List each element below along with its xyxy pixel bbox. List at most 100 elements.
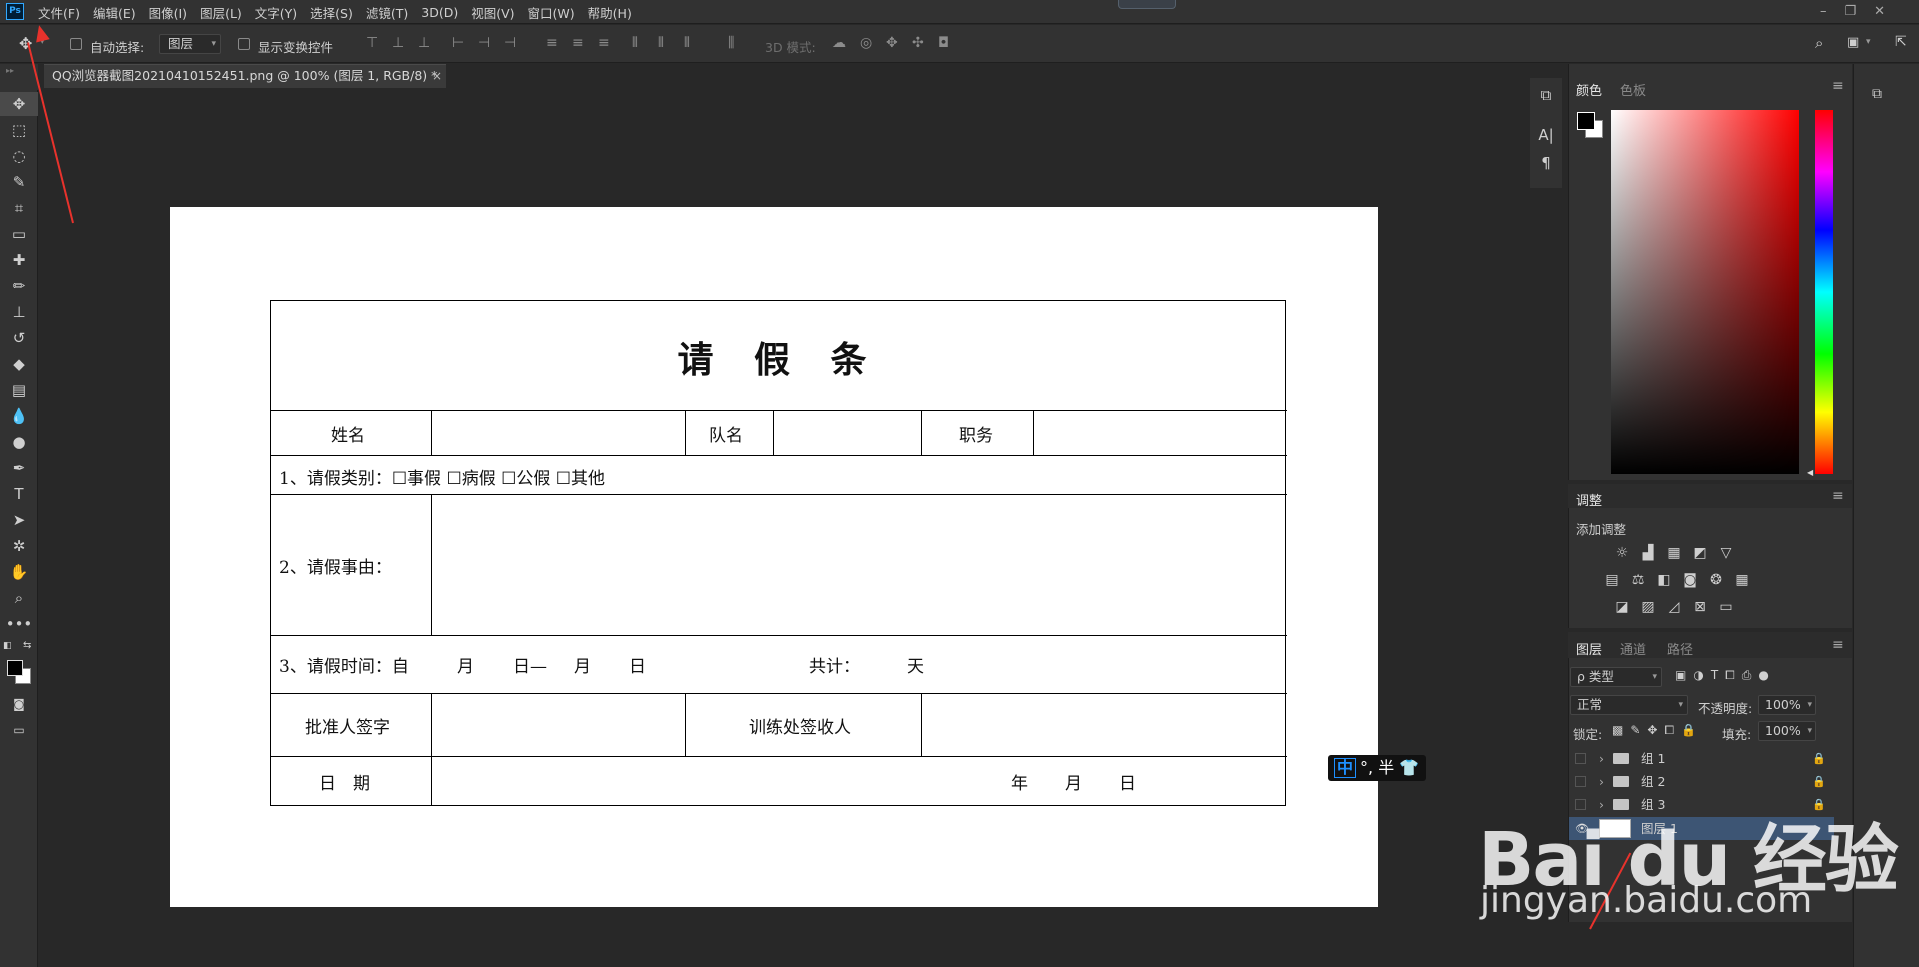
chevron-right-icon[interactable]: › (1599, 770, 1604, 793)
share-icon[interactable]: ⇱ (1895, 34, 1907, 50)
color-lookup-icon[interactable]: ▦ (1732, 572, 1752, 588)
minimize-button[interactable]: – (1820, 4, 1827, 19)
foreground-color-swatch[interactable] (7, 660, 23, 676)
lasso-tool-icon[interactable]: ◌ (0, 144, 38, 168)
exposure-icon[interactable]: ◩ (1690, 545, 1710, 561)
menu-image[interactable]: 图像(I) (149, 3, 187, 22)
tab-channels[interactable]: 通道 (1620, 639, 1646, 658)
blur-tool-icon[interactable]: 💧 (0, 404, 38, 428)
libraries-panel-icon[interactable]: ⧉ (1872, 86, 1882, 102)
posterize-icon[interactable]: ▨ (1638, 599, 1658, 615)
panel-foreground-color[interactable] (1577, 112, 1595, 130)
paragraph-panel-icon[interactable]: ¶ (1530, 154, 1562, 172)
ime-toolbar[interactable]: 中 °, 半 👕 (1328, 755, 1426, 781)
restore-button[interactable]: ❐ (1845, 4, 1857, 19)
filter-shape-icon[interactable]: ⧠ (1725, 668, 1735, 683)
search-icon[interactable]: ⌕ (1815, 34, 1823, 52)
crop-tool-icon[interactable]: ⌗ (0, 196, 38, 220)
black-white-icon[interactable]: ◧ (1654, 572, 1674, 588)
menu-help[interactable]: 帮助(H) (588, 3, 632, 22)
photo-filter-icon[interactable]: ◙ (1680, 572, 1700, 588)
close-tab-icon[interactable]: × (432, 64, 442, 88)
type-tool-icon[interactable]: T (0, 482, 38, 506)
levels-icon[interactable]: ▟ (1638, 545, 1658, 561)
gradient-tool-icon[interactable]: ▤ (0, 378, 38, 402)
character-panel-icon[interactable]: A| (1530, 126, 1562, 144)
menu-filter[interactable]: 滤镜(T) (366, 3, 408, 22)
document-tab[interactable]: QQ浏览器截图20210410152451.png @ 100% (图层 1, … (44, 64, 446, 88)
distribute-bottom-icon[interactable]: ≡ (598, 35, 610, 51)
visibility-toggle[interactable] (1575, 776, 1586, 787)
distribute-top-icon[interactable]: ≡ (546, 35, 558, 51)
photoshop-logo[interactable]: Ps (6, 3, 24, 20)
3d-pan-icon[interactable]: ✥ (886, 35, 898, 51)
distribute-right-icon[interactable]: ⫴ (684, 35, 690, 51)
workspace-icon[interactable]: ▣ (1847, 35, 1859, 50)
move-tool-icon[interactable]: ✥ (0, 92, 38, 116)
layer-row[interactable]: › 组 2 🔒 (1569, 770, 1834, 793)
menu-edit[interactable]: 编辑(E) (93, 3, 136, 22)
zoom-tool-icon[interactable]: ⌕ (0, 586, 38, 610)
tab-paths[interactable]: 路径 (1667, 639, 1693, 658)
ime-mode[interactable]: 中 (1334, 758, 1357, 778)
filter-pixel-icon[interactable]: ▣ (1675, 668, 1686, 683)
layer-filter-dropdown[interactable]: ρ 类型 ▾ (1570, 667, 1662, 687)
tab-color[interactable]: 颜色 (1576, 80, 1602, 99)
swap-colors-icon[interactable]: ⇆ (23, 640, 31, 651)
lock-artboard-icon[interactable]: ⧠ (1664, 723, 1674, 738)
lock-position-icon[interactable]: ✥ (1647, 723, 1657, 738)
auto-select-checkbox[interactable] (70, 38, 82, 50)
fill-field[interactable]: 100% ▾ (1758, 721, 1816, 741)
default-colors-icon[interactable]: ◧ (3, 641, 12, 651)
brush-tool-icon[interactable]: ✏ (0, 274, 38, 298)
workspace-chevron-icon[interactable]: ▾ (1866, 37, 1871, 47)
3d-orbit-icon[interactable]: ☁ (832, 35, 846, 51)
quick-select-tool-icon[interactable]: ✎ (0, 170, 38, 194)
opacity-field[interactable]: 100% ▾ (1758, 695, 1816, 715)
auto-select-dropdown[interactable]: 图层 ▾ (159, 34, 221, 54)
distribute-vcenter-icon[interactable]: ≡ (572, 35, 584, 51)
gradient-map-icon[interactable]: ▭ (1716, 599, 1736, 615)
3d-scale-icon[interactable]: ◘ (938, 35, 949, 51)
align-right-icon[interactable]: ⊣ (504, 35, 516, 51)
blend-mode-dropdown[interactable]: 正常 ▾ (1570, 695, 1688, 715)
quick-mask-icon[interactable]: ◙ (0, 692, 38, 716)
hand-tool-icon[interactable]: ✋ (0, 560, 38, 584)
eraser-tool-icon[interactable]: ◆ (0, 352, 38, 376)
hue-slider-handle[interactable]: ◀ (1807, 468, 1813, 477)
threshold-icon[interactable]: ◿ (1664, 599, 1684, 615)
selective-color-icon[interactable]: ⊠ (1690, 599, 1710, 615)
channel-mixer-icon[interactable]: ❂ (1706, 572, 1726, 588)
menu-layer[interactable]: 图层(L) (200, 3, 242, 22)
filter-type-icon[interactable]: T (1711, 668, 1718, 683)
ime-options[interactable]: °, 半 👕 (1360, 758, 1419, 777)
invert-icon[interactable]: ◪ (1612, 599, 1632, 615)
filter-toggle-icon[interactable]: ● (1758, 668, 1768, 683)
marquee-tool-icon[interactable]: ⬚ (0, 118, 38, 142)
color-balance-icon[interactable]: ⚖ (1628, 572, 1648, 588)
align-top-icon[interactable]: ⊤ (366, 35, 378, 51)
close-window-button[interactable]: ✕ (1874, 4, 1885, 19)
menu-file[interactable]: 文件(F) (38, 3, 80, 22)
ruler-tool-icon[interactable]: ▭ (0, 222, 38, 246)
3d-roll-icon[interactable]: ◎ (860, 35, 872, 51)
menu-select[interactable]: 选择(S) (310, 3, 353, 22)
brightness-icon[interactable]: ☼ (1612, 545, 1632, 561)
menu-view[interactable]: 视图(V) (471, 3, 514, 22)
filter-adjust-icon[interactable]: ◑ (1693, 668, 1703, 683)
tab-adjustments[interactable]: 调整 (1576, 490, 1602, 509)
curves-icon[interactable]: ▦ (1664, 545, 1684, 561)
lock-all-icon[interactable]: 🔒 (1681, 723, 1696, 738)
visibility-toggle[interactable] (1575, 753, 1586, 764)
workspace-badge[interactable] (1118, 0, 1176, 9)
menu-type[interactable]: 文字(Y) (255, 3, 297, 22)
layer-row[interactable]: › 组 1 🔒 (1569, 747, 1834, 770)
show-transform-checkbox[interactable] (238, 38, 250, 50)
history-brush-icon[interactable]: ↺ (0, 326, 38, 350)
tab-swatches[interactable]: 色板 (1620, 80, 1646, 99)
chevron-right-icon[interactable]: › (1599, 747, 1604, 770)
distribute-left-icon[interactable]: ⫴ (632, 35, 638, 51)
adjust-panel-menu-icon[interactable]: ≡ (1832, 488, 1844, 504)
screen-mode-icon[interactable]: ▭ (0, 718, 38, 742)
more-tools-icon[interactable]: ••• (0, 612, 38, 636)
